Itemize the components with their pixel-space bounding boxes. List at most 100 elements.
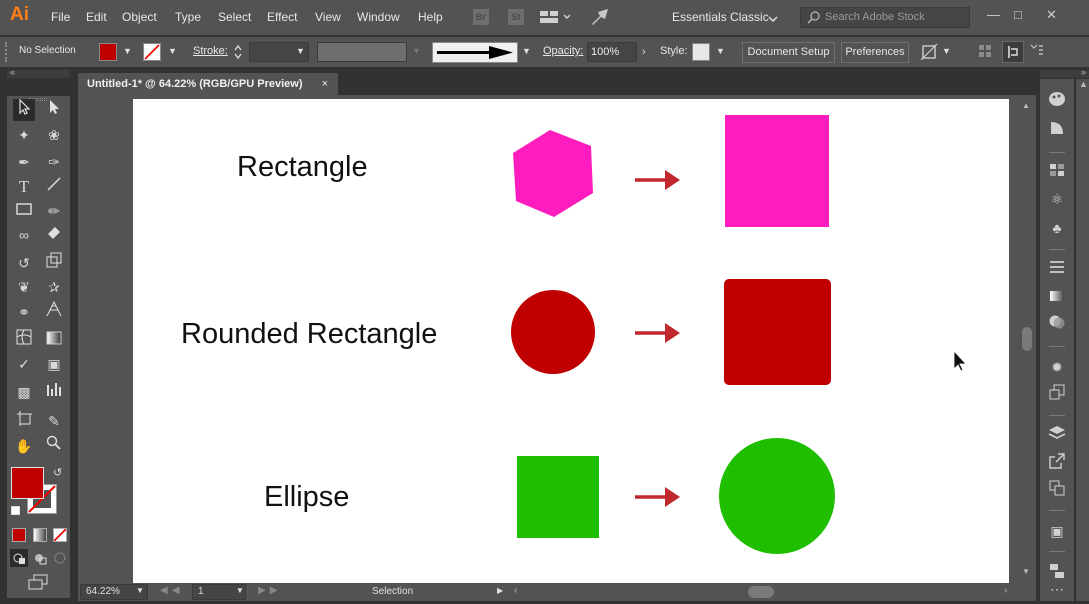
- menu-view[interactable]: View: [315, 10, 341, 24]
- scroll-up-icon[interactable]: ▲: [1022, 101, 1030, 110]
- workspace-chevron-icon[interactable]: [768, 12, 778, 26]
- stroke-label[interactable]: Stroke:: [193, 45, 228, 57]
- draw-normal-icon[interactable]: [10, 549, 28, 567]
- artboard-dropdown-icon[interactable]: ▼: [236, 586, 244, 595]
- zoom-dropdown-icon[interactable]: ▼: [136, 586, 144, 595]
- opacity-arrow-icon[interactable]: ›: [642, 46, 646, 58]
- arrow-row-2[interactable]: [635, 323, 680, 343]
- menu-file[interactable]: File: [51, 10, 70, 24]
- fill-dropdown-icon[interactable]: ▼: [123, 46, 132, 56]
- collapse-tools-icon[interactable]: «: [10, 67, 15, 77]
- next-artboard-icon[interactable]: ▶▶: [258, 585, 281, 596]
- scroll-right-icon[interactable]: ›: [1004, 585, 1007, 596]
- color-guide-icon[interactable]: [1046, 120, 1068, 142]
- gradient-mode-icon[interactable]: [33, 528, 47, 542]
- dock-scroll-up-icon[interactable]: ▲: [1079, 79, 1088, 89]
- red-rounded-rectangle-shape[interactable]: [724, 279, 831, 385]
- symbols-panel-icon[interactable]: ♣: [1046, 217, 1068, 239]
- type-tool-icon[interactable]: T: [13, 176, 35, 198]
- shaper-tool-icon[interactable]: ∞: [13, 224, 35, 246]
- bridge-button[interactable]: Br: [473, 9, 489, 25]
- scroll-left-icon[interactable]: ‹: [514, 585, 517, 596]
- draw-behind-icon[interactable]: [31, 549, 49, 567]
- rotate-tool-icon[interactable]: ↺: [13, 252, 35, 274]
- perspective-grid-tool-icon[interactable]: [43, 300, 65, 323]
- workspace-switcher[interactable]: Essentials Classic: [672, 10, 769, 24]
- pen-tool-icon[interactable]: ✒: [13, 151, 35, 173]
- artboard-tool-icon[interactable]: [13, 410, 35, 432]
- tool-status-label[interactable]: Selection: [372, 586, 413, 597]
- expand-dock-icon[interactable]: »: [1081, 67, 1086, 77]
- green-circle-shape[interactable]: [719, 438, 835, 554]
- curvature-tool-icon[interactable]: ✑: [43, 151, 65, 173]
- libraries-panel-icon[interactable]: ▣: [1046, 520, 1068, 542]
- transform-panel-icon[interactable]: [1002, 41, 1024, 63]
- artboards-panel-icon[interactable]: [1046, 480, 1068, 502]
- recolor-dropdown-icon[interactable]: ▼: [942, 46, 951, 56]
- gradient-tool-icon[interactable]: [43, 329, 65, 351]
- asset-export-panel-icon[interactable]: [1046, 453, 1068, 475]
- artboard[interactable]: Rectangle Rounded Rectangle Ellipse: [133, 99, 1009, 583]
- pathfinder-panel-icon[interactable]: ⋯: [1046, 582, 1068, 598]
- zoom-tool-icon[interactable]: [43, 435, 65, 457]
- width-tool-icon[interactable]: ❦: [13, 276, 35, 298]
- brush-definition-preview[interactable]: [432, 42, 518, 63]
- tools-panel-header[interactable]: «: [7, 67, 70, 78]
- document-setup-button[interactable]: Document Setup: [742, 42, 835, 63]
- shape-builder-tool-icon[interactable]: ⚭: [13, 301, 35, 323]
- blend-tool-icon[interactable]: ▣: [43, 353, 65, 375]
- grip-icon[interactable]: [5, 42, 9, 62]
- dock-panel-header[interactable]: »: [1040, 67, 1089, 78]
- status-menu-icon[interactable]: ▶: [497, 586, 503, 595]
- preferences-button[interactable]: Preferences: [841, 42, 909, 63]
- style-dropdown-icon[interactable]: ▼: [716, 46, 725, 56]
- vertical-scroll-thumb[interactable]: [1022, 327, 1032, 351]
- magic-wand-tool-icon[interactable]: ✦: [13, 124, 35, 146]
- fill-swatch[interactable]: [99, 43, 117, 61]
- eyedropper-tool-icon[interactable]: ✓: [13, 353, 35, 375]
- horizontal-scroll-thumb[interactable]: [748, 586, 774, 598]
- brushes-panel-icon[interactable]: ⚛: [1046, 188, 1068, 210]
- opacity-field[interactable]: 100%: [587, 42, 637, 62]
- default-colors-icon[interactable]: [11, 506, 20, 515]
- column-graph-tool-icon[interactable]: [43, 381, 65, 403]
- document-tab[interactable]: Untitled-1* @ 64.22% (RGB/GPU Preview) ×: [78, 73, 338, 95]
- control-menu-icon[interactable]: [1030, 43, 1044, 60]
- vertical-scrollbar[interactable]: ▲ ▼: [1018, 95, 1036, 583]
- line-segment-tool-icon[interactable]: [43, 176, 65, 198]
- opacity-label[interactable]: Opacity:: [543, 45, 583, 57]
- appearance-panel-icon[interactable]: ✹: [1046, 356, 1068, 378]
- menu-effect[interactable]: Effect: [267, 10, 297, 24]
- arrange-documents-icon[interactable]: [540, 9, 571, 28]
- color-mode-icon[interactable]: [12, 528, 26, 542]
- eraser-tool-icon[interactable]: [43, 224, 65, 246]
- close-window-icon[interactable]: ✕: [1046, 7, 1057, 23]
- pink-rectangle-shape[interactable]: [725, 115, 829, 227]
- close-tab-icon[interactable]: ×: [322, 73, 328, 95]
- arrow-row-3[interactable]: [635, 487, 680, 507]
- stroke-dropdown-icon[interactable]: ▼: [168, 46, 177, 56]
- hand-tool-icon[interactable]: ✋: [13, 435, 35, 457]
- puppet-warp-tool-icon[interactable]: ✰: [43, 276, 65, 298]
- rectangle-tool-icon[interactable]: [13, 200, 35, 222]
- pink-hexagon-shape[interactable]: [513, 130, 593, 217]
- symbol-sprayer-tool-icon[interactable]: ▩: [13, 381, 35, 403]
- stock-button[interactable]: St: [508, 9, 524, 25]
- menu-window[interactable]: Window: [357, 10, 400, 24]
- swap-fill-stroke-icon[interactable]: ↺: [53, 466, 62, 479]
- menu-help[interactable]: Help: [418, 10, 443, 24]
- graphic-styles-panel-icon[interactable]: [1046, 384, 1068, 406]
- gpu-performance-icon[interactable]: [590, 8, 610, 29]
- stroke-swatch[interactable]: [143, 43, 161, 61]
- variable-width-dropdown-icon[interactable]: ▼: [412, 46, 421, 56]
- fill-color-box[interactable]: [11, 467, 44, 499]
- brush-dropdown-icon[interactable]: ▼: [522, 46, 531, 56]
- slice-tool-icon[interactable]: ✎: [43, 410, 65, 432]
- recolor-icon[interactable]: [920, 43, 938, 64]
- direct-selection-tool-icon[interactable]: [43, 99, 65, 121]
- gradient-panel-icon[interactable]: [1046, 286, 1068, 308]
- menu-type[interactable]: Type: [175, 10, 201, 24]
- mesh-tool-icon[interactable]: [13, 329, 35, 351]
- first-artboard-icon[interactable]: ◀◀: [160, 585, 183, 596]
- none-mode-icon[interactable]: [53, 528, 67, 542]
